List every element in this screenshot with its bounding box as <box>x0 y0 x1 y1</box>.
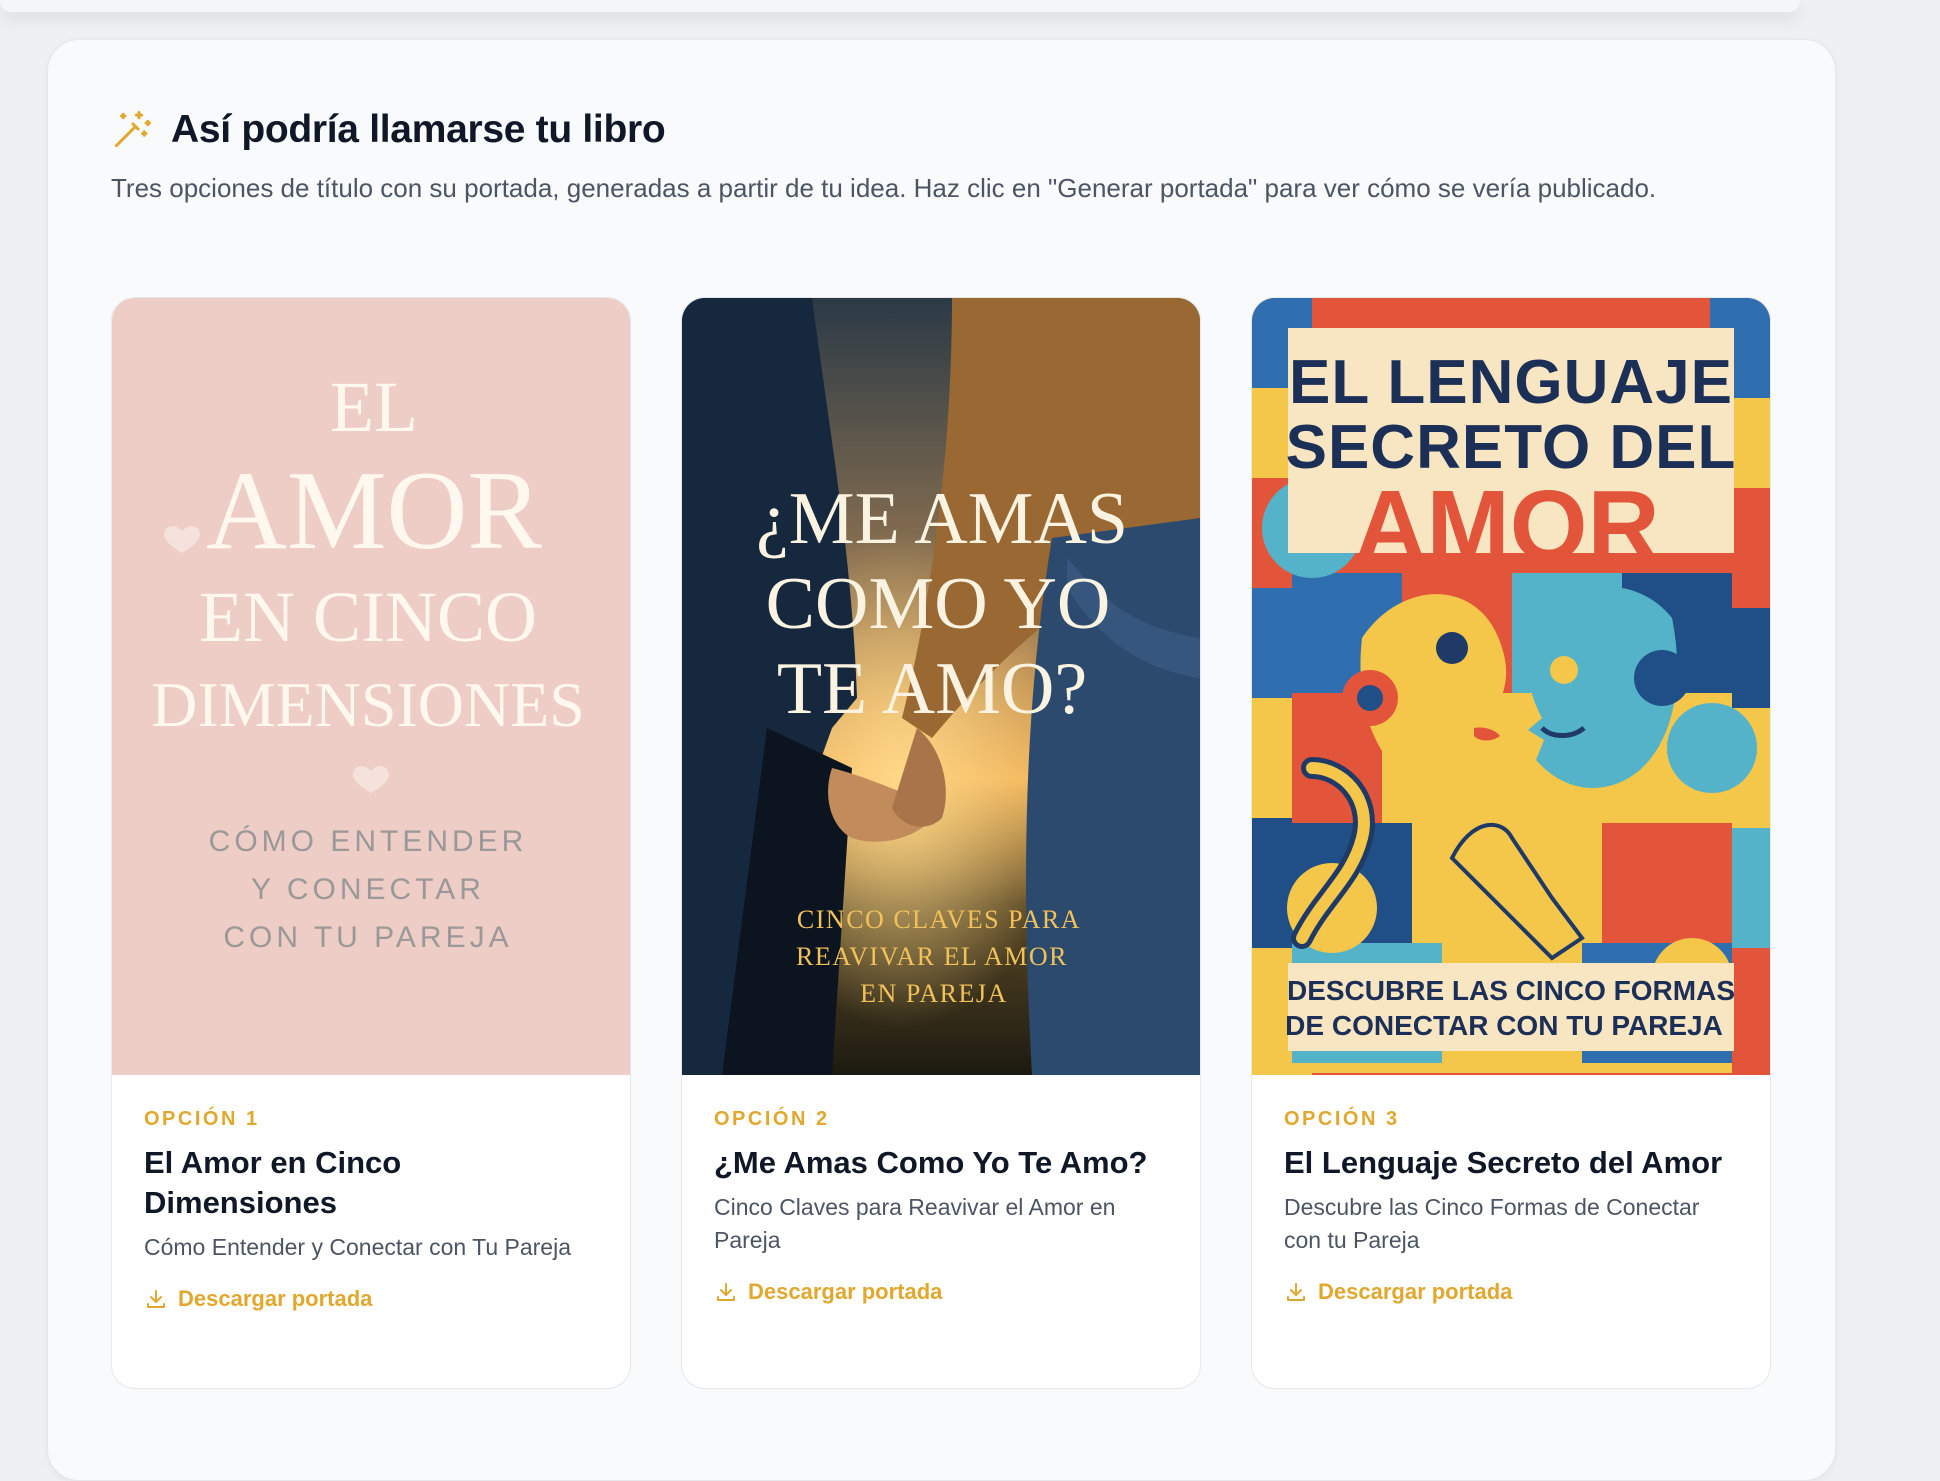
cover-1-line-1: EL <box>330 367 418 447</box>
option-subtitle: Descubre las Cinco Formas de Conectar co… <box>1284 1194 1700 1253</box>
title-option-card-2: ¿ME AMAS COMO YO TE AMO? CINCO CLAVES PA… <box>681 297 1201 1389</box>
card-2-info: OPCIÓN 2 ¿Me Amas Como Yo Te Amo? Cinco … <box>714 1108 1170 1305</box>
book-cover-2: ¿ME AMAS COMO YO TE AMO? CINCO CLAVES PA… <box>682 298 1200 1075</box>
download-icon <box>1287 1283 1305 1301</box>
option-title: El Amor en Cinco Dimensiones <box>144 1145 402 1220</box>
option-subtitle: Cómo Entender y Conectar con Tu Pareja <box>144 1234 572 1260</box>
cover-2-tagline-3: EN PAREJA <box>860 979 1008 1008</box>
download-icon <box>147 1290 165 1308</box>
cover-3-tagline-1: DESCUBRE LAS CINCO FORMAS <box>1287 975 1735 1006</box>
download-cover-button[interactable]: Descargar portada <box>144 1286 600 1312</box>
download-cover-button[interactable]: Descargar portada <box>1284 1279 1740 1305</box>
cover-1-tagline-2: Y CONECTAR <box>251 873 485 906</box>
cover-2-line-2: COMO YO <box>766 563 1111 645</box>
cover-2-tagline-1: CINCO CLAVES PARA <box>797 905 1081 934</box>
cover-1-tagline-3: CON TU PAREJA <box>223 921 512 954</box>
download-label: Descargar portada <box>1318 1279 1513 1304</box>
title-option-card-1: EL AMOR EN CINCO DIMENSIONES CÓMO ENTEND… <box>111 297 631 1389</box>
cover-1-line-2: AMOR <box>206 449 542 573</box>
card-3-info: OPCIÓN 3 El Lenguaje Secreto del Amor De… <box>1284 1108 1740 1305</box>
option-label: OPCIÓN 1 <box>144 1108 260 1130</box>
section-header: Así podría llamarse tu libro <box>111 108 666 152</box>
magic-wand-icon <box>114 111 151 148</box>
top-bar <box>0 0 1800 12</box>
cover-3-line-1: EL LENGUAJE <box>1289 348 1733 417</box>
download-cover-button[interactable]: Descargar portada <box>714 1279 1170 1305</box>
cover-1-tagline-1: CÓMO ENTENDER <box>209 825 528 858</box>
card-1-info: OPCIÓN 1 El Amor en Cinco Dimensiones Có… <box>144 1108 600 1312</box>
section-subtitle: Tres opciones de título con su portada, … <box>111 173 1657 203</box>
option-subtitle: Cinco Claves para Reavivar el Amor en Pa… <box>714 1194 1116 1253</box>
option-title: El Lenguaje Secreto del Amor <box>1284 1145 1723 1180</box>
cover-2-tagline-2: REAVIVAR EL AMOR <box>796 942 1068 971</box>
download-label: Descargar portada <box>178 1286 373 1311</box>
cover-2-line-1: ¿ME AMAS <box>756 478 1128 560</box>
book-cover-1: EL AMOR EN CINCO DIMENSIONES CÓMO ENTEND… <box>112 298 630 1075</box>
section-title: Así podría llamarse tu libro <box>171 108 666 151</box>
cover-2-line-3: TE AMO? <box>777 648 1087 730</box>
option-label: OPCIÓN 3 <box>1284 1108 1400 1130</box>
option-title: ¿Me Amas Como Yo Te Amo? <box>714 1145 1148 1180</box>
book-cover-3: EL LENGUAJE SECRETO DEL AMOR DESCUBRE LA… <box>1252 298 1770 1075</box>
cover-3-tagline-2: DE CONECTAR CON TU PAREJA <box>1285 1010 1723 1041</box>
option-label: OPCIÓN 2 <box>714 1108 830 1130</box>
download-label: Descargar portada <box>748 1279 943 1304</box>
title-option-card-3: EL LENGUAJE SECRETO DEL AMOR DESCUBRE LA… <box>1251 297 1771 1389</box>
cover-1-line-4: DIMENSIONES <box>151 669 585 740</box>
cover-1-line-3: EN CINCO <box>199 577 537 657</box>
cover-3-line-3: AMOR <box>1354 470 1660 582</box>
download-icon <box>717 1283 735 1301</box>
